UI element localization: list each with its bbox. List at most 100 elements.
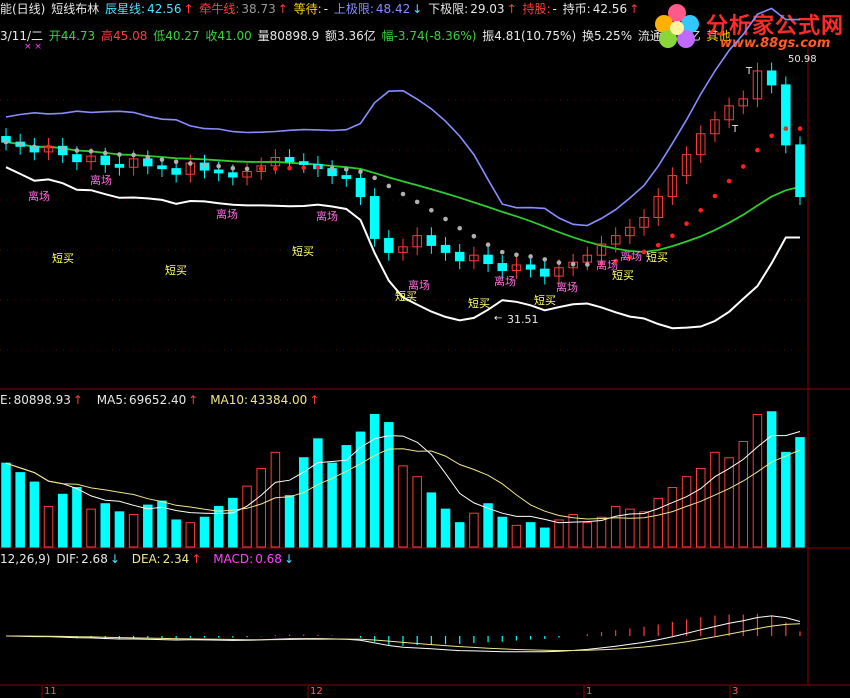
- boll-mid-dot: [670, 233, 675, 239]
- boll-mid-dot: [173, 159, 179, 165]
- volume-bar: [497, 516, 508, 548]
- ma5-label: MA5:: [96, 393, 128, 407]
- volume-bar: [752, 413, 763, 548]
- volume-bar: [185, 522, 196, 548]
- candle-body: [525, 264, 536, 270]
- dea-value: 2.34: [162, 552, 190, 566]
- low-price-label: 31.51: [507, 313, 539, 326]
- volume-bar: [114, 511, 125, 548]
- candle-body: [341, 175, 352, 179]
- volume-bar: [143, 504, 153, 548]
- buy-tag: 短买: [468, 297, 490, 310]
- sell-tag: 离场: [316, 210, 338, 223]
- boll-mid-dot: [329, 166, 335, 171]
- volume-bar: [270, 451, 281, 548]
- candle-body: [213, 169, 224, 174]
- volume-bar: [327, 462, 337, 548]
- candle-body: [72, 154, 82, 163]
- macd-value: 0.68: [255, 552, 282, 566]
- top-marker-1: T: [746, 66, 753, 77]
- volume-bar: [242, 485, 252, 548]
- boll-mid-dot: [585, 262, 590, 267]
- dea-arrow: ↑: [191, 552, 202, 566]
- volume-bar: [398, 465, 408, 548]
- boll-mid-dot: [273, 166, 278, 171]
- sell-tag: 离场: [620, 250, 642, 263]
- buy-tag: 短买: [292, 245, 314, 258]
- boll-mid-dot: [726, 178, 732, 184]
- volume-bar: [653, 497, 663, 548]
- boll-mid-dot: [655, 242, 661, 248]
- candle-body: [284, 156, 295, 163]
- ma5-value: 69652.40: [129, 393, 187, 407]
- boll-mid-dot: [414, 199, 420, 205]
- boll-mid-dot: [485, 242, 491, 248]
- boll-mid-dot: [244, 166, 250, 172]
- boll-mid-dot: [230, 165, 236, 171]
- boll-mid-dot: [755, 147, 760, 153]
- boll-mid-dot: [783, 126, 789, 131]
- boll-mid-dot: [499, 249, 505, 255]
- ma10-value: 43384.00: [250, 393, 308, 407]
- volume-bar: [724, 457, 734, 548]
- boll-mid-dot: [287, 165, 292, 171]
- volume-bar: [582, 522, 593, 548]
- boll-mid-dot: [145, 155, 151, 160]
- vol-arrow: ↑: [72, 393, 83, 407]
- candle-body: [426, 235, 437, 246]
- candle-body: [100, 155, 111, 165]
- boll-mid-dot: [131, 152, 136, 158]
- boll-mid-dot: [684, 221, 689, 226]
- volume-bar: [284, 495, 295, 548]
- candle-body: [781, 84, 791, 146]
- boll-mid-dot: [514, 252, 519, 258]
- boll-mid-dot: [46, 144, 51, 149]
- boll-mid-dot: [471, 233, 477, 239]
- buy-tag: 短买: [52, 252, 74, 265]
- boll-mid-dot: [712, 193, 718, 199]
- sell-tag: 离场: [90, 174, 112, 187]
- boll-mid-dot: [188, 161, 193, 166]
- volume-bar: [213, 505, 224, 548]
- dif-path: [5, 615, 801, 653]
- boll-mid-dot: [698, 207, 704, 213]
- candle-body: [143, 158, 153, 167]
- candle-body: [157, 165, 167, 170]
- boll-mid-dot: [570, 261, 576, 267]
- volume-bar: [256, 468, 266, 548]
- volume-bar: [766, 411, 777, 548]
- boll-mid-dot: [17, 141, 23, 147]
- boll-mid-dot: [88, 148, 94, 154]
- buy-tag: 短买: [534, 294, 556, 307]
- buy-tag: 短买: [646, 251, 668, 264]
- volume-bar: [171, 519, 181, 548]
- stock-chart[interactable]: [0, 0, 850, 698]
- sell-tag: 离场: [494, 275, 516, 288]
- volume-bar: [469, 512, 479, 548]
- volume-bar: [681, 476, 692, 548]
- top-marker-2: T: [732, 124, 739, 135]
- volume-bar: [1, 462, 11, 548]
- candle-body: [171, 168, 181, 175]
- boll-mid-dot: [386, 183, 392, 189]
- volume-ma-lines: [5, 431, 801, 524]
- volume-bar: [128, 514, 139, 548]
- candle-body: [540, 268, 550, 277]
- boll-mid-dot: [3, 139, 9, 145]
- candle-body: [795, 144, 805, 198]
- boll-mid-dot: [797, 126, 803, 131]
- macd-histogram: [19, 613, 801, 646]
- volume-bar: [483, 503, 493, 548]
- volume-bar: [86, 508, 96, 548]
- x-tick-jan: 1: [586, 686, 593, 697]
- sell-tag: 离场: [556, 281, 578, 294]
- volume-bar: [313, 438, 323, 548]
- boll-mid-dot: [542, 257, 548, 262]
- boll-mid-dot: [429, 207, 434, 213]
- volume-bar: [369, 413, 380, 548]
- candle-body: [384, 237, 394, 253]
- ma10-label: MA10:: [210, 393, 249, 407]
- volume-bar: [57, 493, 68, 548]
- macd-params: 12,26,9): [0, 552, 51, 566]
- volume-header: E: 80898.93 ↑ MA5: 69652.40 ↑ MA10: 43384.00 ↑: [0, 391, 321, 409]
